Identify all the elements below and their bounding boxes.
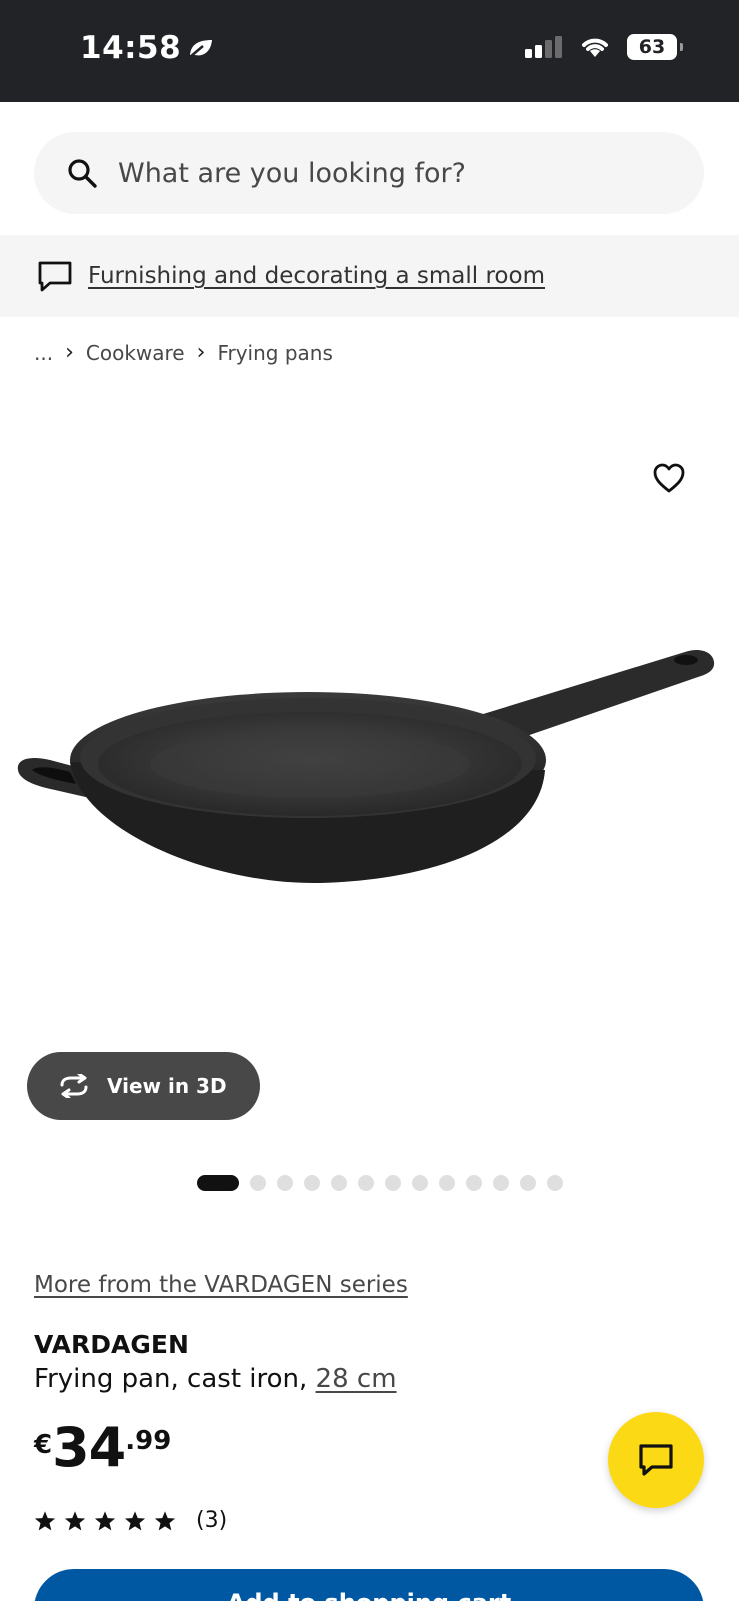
status-indicators: 63 — [525, 34, 683, 60]
price-currency: € — [34, 1430, 53, 1460]
breadcrumb: ... › Cookware › Frying pans — [34, 340, 333, 365]
chat-icon — [639, 1444, 673, 1476]
add-to-cart-button[interactable]: Add to shopping cart — [34, 1569, 704, 1601]
breadcrumb-frying-pans[interactable]: Frying pans — [217, 341, 332, 365]
carousel-dot[interactable] — [520, 1175, 536, 1191]
search-input[interactable] — [118, 157, 658, 189]
status-bar: 14:58 63 — [0, 0, 739, 102]
price-decimals: .99 — [125, 1426, 172, 1456]
carousel-dot[interactable] — [547, 1175, 563, 1191]
carousel-dot[interactable] — [250, 1175, 266, 1191]
chevron-right-icon: › — [65, 340, 74, 365]
breadcrumb-ellipsis[interactable]: ... — [34, 341, 53, 365]
carousel-dot[interactable] — [331, 1175, 347, 1191]
rating[interactable]: (3) — [34, 1508, 227, 1533]
wifi-icon — [582, 38, 608, 57]
star-icon — [94, 1510, 116, 1530]
rating-stars — [34, 1510, 176, 1532]
search-bar[interactable] — [34, 132, 704, 214]
price-integer: 34 — [52, 1416, 126, 1479]
star-icon — [34, 1510, 56, 1530]
product-name: VARDAGEN — [34, 1330, 189, 1359]
clock: 14:58 — [80, 30, 182, 66]
carousel-dot[interactable] — [277, 1175, 293, 1191]
rating-count[interactable]: (3) — [196, 1508, 227, 1533]
promo-banner: Furnishing and decorating a small room — [0, 235, 739, 317]
rotate-3d-icon — [60, 1074, 88, 1098]
chevron-right-icon: › — [196, 340, 206, 365]
add-to-cart-label: Add to shopping cart — [227, 1589, 511, 1601]
product-price: € 34 .99 — [34, 1420, 171, 1476]
heart-icon[interactable] — [652, 462, 686, 494]
search-icon — [68, 159, 97, 188]
view-in-3d-button[interactable]: View in 3D — [27, 1052, 260, 1120]
carousel-dot[interactable] — [412, 1175, 428, 1191]
status-time: 14:58 — [80, 30, 215, 66]
speech-bubble-icon — [38, 261, 72, 292]
view-in-3d-label: View in 3D — [107, 1074, 227, 1098]
carousel-dot[interactable] — [197, 1175, 239, 1191]
product-size-link[interactable]: 28 cm — [316, 1364, 397, 1394]
carousel-dot[interactable] — [304, 1175, 320, 1191]
product-description: Frying pan, cast iron, 28 cm — [34, 1364, 397, 1394]
carousel-dot[interactable] — [385, 1175, 401, 1191]
carousel-indicator[interactable] — [197, 1175, 563, 1191]
breadcrumb-cookware[interactable]: Cookware — [86, 341, 185, 365]
signal-icon — [525, 36, 562, 58]
carousel-dot[interactable] — [358, 1175, 374, 1191]
leaf-icon — [189, 40, 213, 58]
battery-icon: 63 — [627, 34, 683, 60]
carousel-dot[interactable] — [466, 1175, 482, 1191]
chat-button[interactable] — [608, 1412, 704, 1508]
star-icon — [124, 1510, 146, 1530]
product-image[interactable] — [10, 640, 730, 910]
star-icon — [154, 1510, 176, 1530]
product-description-text: Frying pan, cast iron, — [34, 1364, 316, 1394]
carousel-dot[interactable] — [439, 1175, 455, 1191]
star-icon — [64, 1510, 86, 1530]
promo-link[interactable]: Furnishing and decorating a small room — [88, 263, 545, 289]
carousel-dot[interactable] — [493, 1175, 509, 1191]
series-link[interactable]: More from the VARDAGEN series — [34, 1272, 408, 1298]
